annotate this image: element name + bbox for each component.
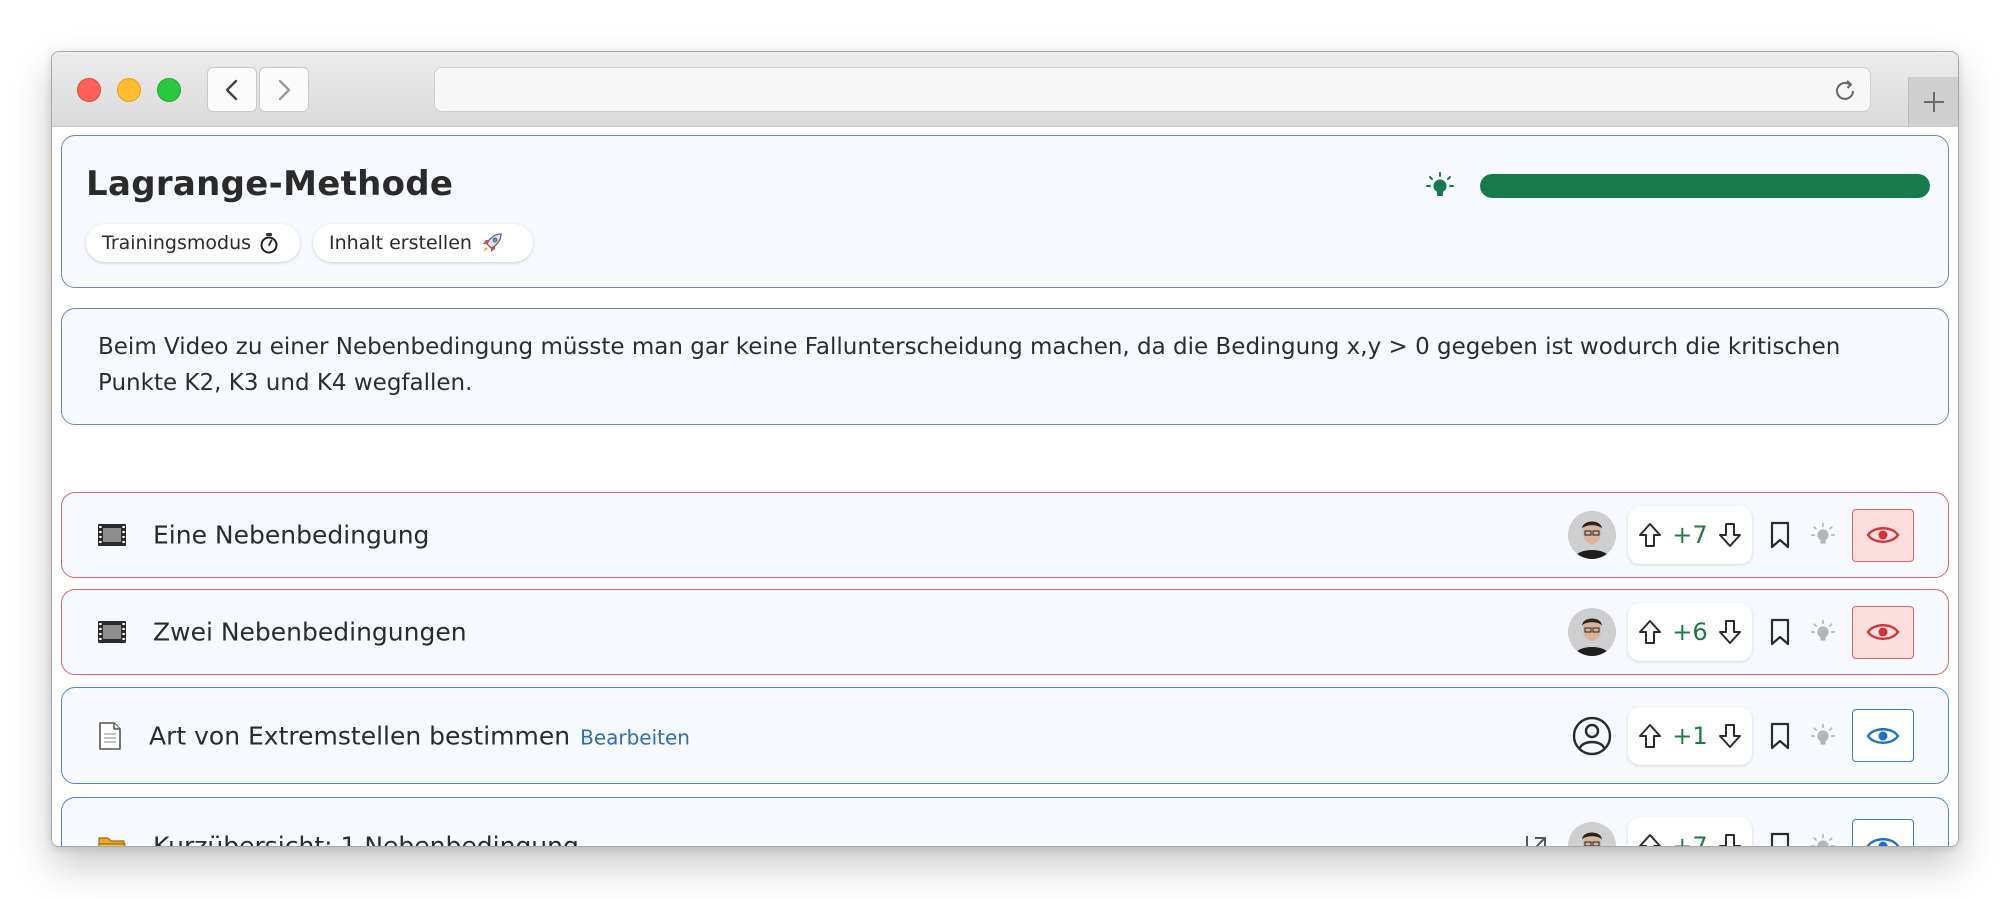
item-actions: +1: [1568, 706, 1914, 765]
minimize-window-button[interactable]: [117, 78, 141, 102]
item-actions: +7: [1568, 506, 1914, 564]
item-title-text[interactable]: Art von Extremstellen bestimmen: [149, 721, 570, 750]
eye-icon: [1866, 837, 1900, 846]
plus-icon: [1923, 92, 1944, 112]
external-link-arrow-icon: [1526, 835, 1546, 846]
lightbulb-icon: [1810, 522, 1836, 544]
training-mode-button[interactable]: Trainingsmodus: [86, 224, 300, 262]
browser-titlebar: [52, 52, 1958, 127]
comment-text: Beim Video zu einer Nebenbedingung müsst…: [98, 334, 1841, 396]
chevron-right-icon: [278, 79, 291, 100]
vote-box: +1: [1628, 706, 1752, 765]
film-icon: [98, 621, 126, 643]
downvote-arrow-icon[interactable]: [1718, 723, 1742, 749]
hint-button[interactable]: [1810, 619, 1836, 645]
progress-bar: [1480, 174, 1930, 198]
back-button[interactable]: [207, 67, 257, 112]
open-link-button[interactable]: [1524, 833, 1550, 846]
create-content-button[interactable]: Inhalt erstellen: [313, 224, 533, 262]
item-actions: +7: [1524, 816, 1914, 848]
eye-icon: [1866, 527, 1900, 543]
user-circle-icon: [1572, 716, 1612, 755]
upvote-arrow-icon[interactable]: [1638, 723, 1662, 749]
stopwatch-icon: [260, 233, 278, 254]
list-item[interactable]: Art von Extremstellen bestimmen Bearbeite…: [61, 687, 1949, 784]
bookmark-icon: [1770, 618, 1790, 646]
vote-count: +6: [1672, 618, 1708, 646]
mark-seen-button[interactable]: [1852, 819, 1914, 846]
bookmark-button[interactable]: [1770, 521, 1790, 549]
mark-seen-button[interactable]: [1852, 605, 1914, 659]
bookmark-icon: [1770, 722, 1790, 749]
vote-count: +7: [1672, 521, 1708, 549]
close-window-button[interactable]: [77, 78, 101, 102]
mark-seen-button[interactable]: [1852, 508, 1914, 562]
address-bar[interactable]: [434, 67, 1871, 112]
hint-button[interactable]: [1810, 833, 1836, 846]
user-placeholder[interactable]: [1568, 712, 1616, 760]
item-title[interactable]: Eine Nebenbedingung: [153, 521, 429, 550]
upvote-arrow-icon[interactable]: [1638, 522, 1662, 548]
item-title[interactable]: Kurzübersicht: 1 Nebenbedingung: [153, 831, 579, 846]
vote-box: +7: [1628, 506, 1752, 564]
avatar[interactable]: [1568, 608, 1616, 656]
list-item[interactable]: Kurzübersicht: 1 Nebenbedingung +7: [61, 797, 1949, 848]
rocket-icon: [482, 233, 502, 252]
folder-icon: [98, 836, 126, 846]
item-actions: +6: [1568, 603, 1914, 661]
comment-card: Beim Video zu einer Nebenbedingung müsst…: [61, 308, 1949, 425]
topic-header-card: Lagrange-Methode Trainingsmodus Inhalt e…: [61, 135, 1949, 288]
upvote-arrow-icon[interactable]: [1638, 833, 1662, 848]
upvote-arrow-icon[interactable]: [1638, 619, 1662, 645]
avatar-portrait: [1568, 821, 1616, 846]
downvote-arrow-icon[interactable]: [1718, 619, 1742, 645]
list-item[interactable]: Eine Nebenbedingung +7: [61, 492, 1949, 578]
lightbulb-icon: [1426, 172, 1454, 196]
avatar[interactable]: [1568, 511, 1616, 559]
vote-box: +6: [1628, 603, 1752, 661]
document-icon: [99, 721, 121, 750]
create-content-label: Inhalt erstellen: [329, 232, 472, 254]
eye-icon: [1866, 624, 1900, 640]
training-mode-label: Trainingsmodus: [102, 232, 252, 254]
lightbulb-icon: [1810, 619, 1836, 641]
bookmark-icon: [1770, 521, 1790, 549]
avatar-portrait: [1568, 608, 1616, 656]
vote-count: +7: [1672, 831, 1708, 847]
bookmark-button[interactable]: [1770, 832, 1790, 846]
list-item[interactable]: Zwei Nebenbedingungen +6: [61, 589, 1949, 675]
item-title: Art von Extremstellen bestimmen Bearbeite…: [149, 721, 690, 750]
bookmark-button[interactable]: [1770, 722, 1790, 750]
mark-seen-button[interactable]: [1852, 709, 1914, 762]
hint-button[interactable]: [1810, 522, 1836, 548]
film-icon: [98, 524, 126, 546]
browser-window: Lagrange-Methode Trainingsmodus Inhalt e…: [51, 51, 1959, 847]
bookmark-button[interactable]: [1770, 618, 1790, 646]
chevron-left-icon: [225, 79, 238, 100]
avatar[interactable]: [1568, 821, 1616, 846]
progress-bar-fill: [1480, 174, 1930, 198]
avatar-portrait: [1568, 511, 1616, 559]
vote-box: +7: [1628, 816, 1752, 848]
reload-icon[interactable]: [1832, 78, 1858, 104]
vote-count: +1: [1672, 721, 1708, 750]
edit-link[interactable]: Bearbeiten: [580, 725, 690, 749]
downvote-arrow-icon[interactable]: [1718, 522, 1742, 548]
bookmark-icon: [1770, 832, 1790, 846]
item-title[interactable]: Zwei Nebenbedingungen: [153, 618, 467, 647]
downvote-arrow-icon[interactable]: [1718, 833, 1742, 848]
forward-button[interactable]: [259, 67, 309, 112]
hint-button[interactable]: [1810, 723, 1836, 749]
eye-icon: [1866, 727, 1900, 744]
page-content: Lagrange-Methode Trainingsmodus Inhalt e…: [52, 127, 1958, 846]
maximize-window-button[interactable]: [157, 78, 181, 102]
lightbulb-icon: [1810, 833, 1836, 846]
new-tab-button[interactable]: [1908, 77, 1958, 127]
page-title: Lagrange-Methode: [86, 164, 454, 204]
lightbulb-icon: [1810, 723, 1836, 745]
